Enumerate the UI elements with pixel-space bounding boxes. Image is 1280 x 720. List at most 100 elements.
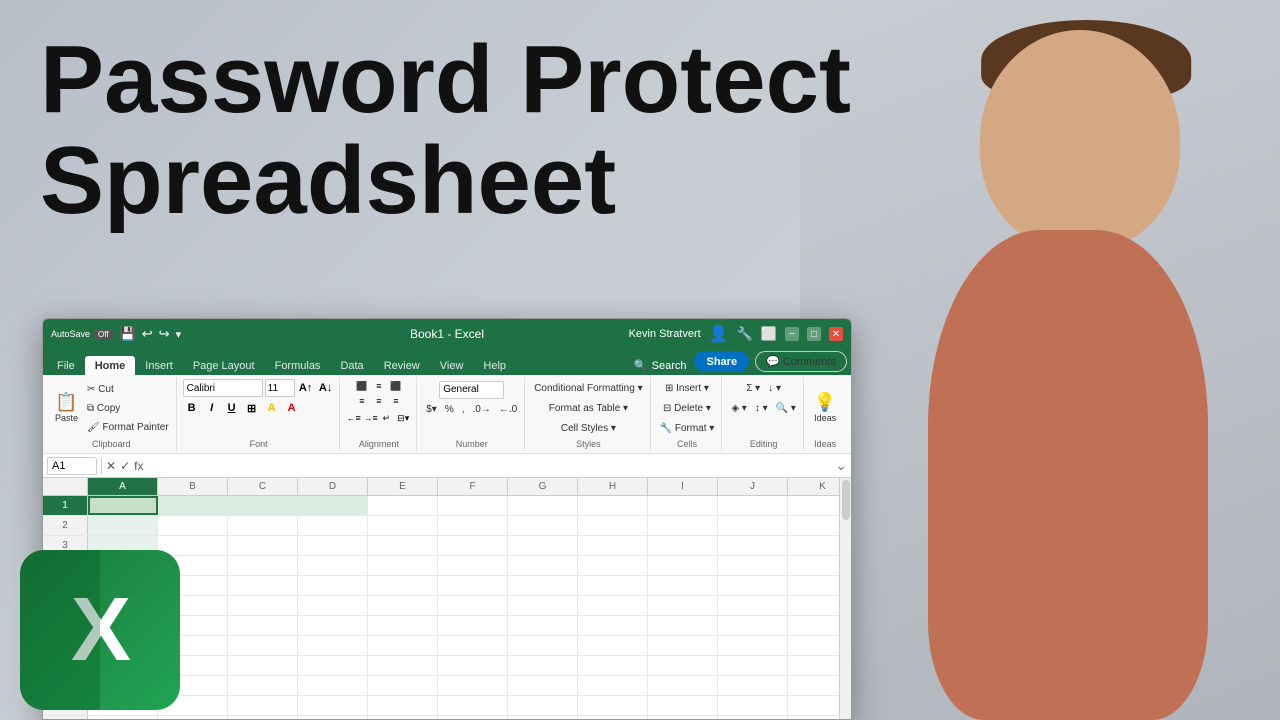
cell-C2[interactable] — [228, 516, 298, 535]
cell-G2[interactable] — [508, 516, 578, 535]
format-cells-button[interactable]: 🔧 Format ▾ — [657, 419, 718, 437]
wrap-text-button[interactable]: ↵ — [380, 411, 394, 425]
cell-A1[interactable] — [88, 496, 158, 515]
cell-E1[interactable] — [368, 496, 438, 515]
fill-button[interactable]: ↓ ▾ — [765, 379, 784, 397]
cut-button[interactable]: ✂ Cut — [84, 380, 172, 398]
align-middle-left-button[interactable]: ≡ — [354, 394, 370, 408]
increase-indent-button[interactable]: →≡ — [363, 411, 379, 425]
cell-G1[interactable] — [508, 496, 578, 515]
maximize-button[interactable]: □ — [807, 327, 821, 341]
conditional-formatting-button[interactable]: Conditional Formatting ▾ — [531, 379, 645, 397]
font-color-button[interactable]: A — [283, 399, 301, 417]
vertical-scrollbar[interactable] — [839, 478, 851, 720]
cell-I1[interactable] — [648, 496, 718, 515]
format-as-table-button[interactable]: Format as Table ▾ — [546, 399, 631, 417]
close-button[interactable]: ✕ — [829, 327, 843, 341]
tab-file[interactable]: File — [47, 356, 85, 375]
save-icon[interactable]: 💾 — [120, 326, 136, 342]
font-name-input[interactable] — [183, 379, 263, 397]
cell-D3[interactable] — [298, 536, 368, 555]
tab-home[interactable]: Home — [85, 356, 136, 375]
autosum-button[interactable]: Σ ▾ — [743, 379, 763, 397]
cell-styles-button[interactable]: Cell Styles ▾ — [558, 419, 619, 437]
expand-formula-icon[interactable]: ⌄ — [835, 457, 847, 474]
cell-C1[interactable] — [228, 496, 298, 515]
cell-J1[interactable] — [718, 496, 788, 515]
merge-center-button[interactable]: ⊟▾ — [394, 411, 412, 425]
group-ideas: 💡 Ideas Ideas — [806, 377, 844, 451]
cell-D2[interactable] — [298, 516, 368, 535]
cell-I3[interactable] — [648, 536, 718, 555]
share-button[interactable]: Share — [694, 351, 749, 372]
customize-icon[interactable]: ▾ — [176, 328, 182, 341]
cell-I2[interactable] — [648, 516, 718, 535]
align-top-right-button[interactable]: ⬛ — [388, 379, 404, 393]
font-size-input[interactable] — [265, 379, 295, 397]
cell-reference-input[interactable] — [47, 457, 97, 475]
formula-input[interactable] — [147, 460, 831, 472]
cancel-formula-icon[interactable]: ✕ — [106, 459, 116, 473]
align-middle-center-button[interactable]: ≡ — [371, 394, 387, 408]
cell-F1[interactable] — [438, 496, 508, 515]
decrease-decimal-button[interactable]: ←.0 — [496, 401, 520, 419]
cell-A2[interactable] — [88, 516, 158, 535]
find-select-button[interactable]: 🔍 ▾ — [773, 399, 799, 417]
sort-filter-button[interactable]: ↕ ▾ — [752, 399, 771, 417]
align-middle-right-button[interactable]: ≡ — [388, 394, 404, 408]
tab-formulas[interactable]: Formulas — [265, 356, 331, 375]
align-top-center-button[interactable]: ≡ — [371, 379, 387, 393]
cell-B3[interactable] — [158, 536, 228, 555]
insert-cells-button[interactable]: ⊞ Insert ▾ — [662, 379, 712, 397]
format-painter-button[interactable]: 🖌 Format Painter — [84, 418, 172, 436]
cell-F3[interactable] — [438, 536, 508, 555]
cell-J3[interactable] — [718, 536, 788, 555]
tab-insert[interactable]: Insert — [135, 356, 183, 375]
cell-E3[interactable] — [368, 536, 438, 555]
comma-button[interactable]: , — [459, 401, 468, 419]
cell-F2[interactable] — [438, 516, 508, 535]
tab-help[interactable]: Help — [473, 356, 516, 375]
decrease-indent-button[interactable]: ←≡ — [346, 411, 362, 425]
ideas-button[interactable]: 💡 Ideas — [810, 388, 840, 428]
accounting-format-button[interactable]: $▾ — [423, 401, 440, 419]
scrollbar-thumb[interactable] — [842, 480, 850, 520]
cell-D1[interactable] — [298, 496, 368, 515]
cell-H1[interactable] — [578, 496, 648, 515]
comments-button[interactable]: 💬 Comments — [755, 351, 847, 372]
tab-data[interactable]: Data — [330, 356, 373, 375]
cell-H3[interactable] — [578, 536, 648, 555]
cell-B1[interactable] — [158, 496, 228, 515]
number-format-input[interactable] — [439, 381, 504, 399]
fill-color-button[interactable]: A — [263, 399, 281, 417]
undo-icon[interactable]: ↩ — [142, 326, 153, 342]
tab-review[interactable]: Review — [374, 356, 430, 375]
insert-function-icon[interactable]: fx — [134, 459, 143, 473]
cell-H2[interactable] — [578, 516, 648, 535]
confirm-formula-icon[interactable]: ✓ — [120, 459, 130, 473]
italic-button[interactable]: I — [203, 399, 221, 417]
underline-button[interactable]: U — [223, 399, 241, 417]
percent-button[interactable]: % — [442, 401, 457, 419]
cell-E2[interactable] — [368, 516, 438, 535]
border-button[interactable]: ⊞ — [243, 399, 261, 417]
cell-J2[interactable] — [718, 516, 788, 535]
ribbon-display-icon[interactable]: ⬜ — [761, 326, 777, 342]
increase-font-button[interactable]: A↑ — [297, 379, 315, 397]
cell-B2[interactable] — [158, 516, 228, 535]
tab-view[interactable]: View — [430, 356, 474, 375]
delete-cells-button[interactable]: ⊟ Delete ▾ — [660, 399, 714, 417]
redo-icon[interactable]: ↪ — [159, 326, 170, 342]
minimize-button[interactable]: − — [785, 327, 799, 341]
bold-button[interactable]: B — [183, 399, 201, 417]
cell-C3[interactable] — [228, 536, 298, 555]
cell-G3[interactable] — [508, 536, 578, 555]
decrease-font-button[interactable]: A↓ — [317, 379, 335, 397]
clear-button[interactable]: ◈ ▾ — [728, 399, 750, 417]
tab-page-layout[interactable]: Page Layout — [183, 356, 265, 375]
increase-decimal-button[interactable]: .0→ — [470, 401, 494, 419]
align-top-left-button[interactable]: ⬛ — [354, 379, 370, 393]
copy-button[interactable]: ⧉ Copy — [84, 399, 172, 417]
paste-button[interactable]: 📋 Paste — [51, 388, 82, 428]
autosave-toggle[interactable]: Off — [93, 329, 114, 340]
